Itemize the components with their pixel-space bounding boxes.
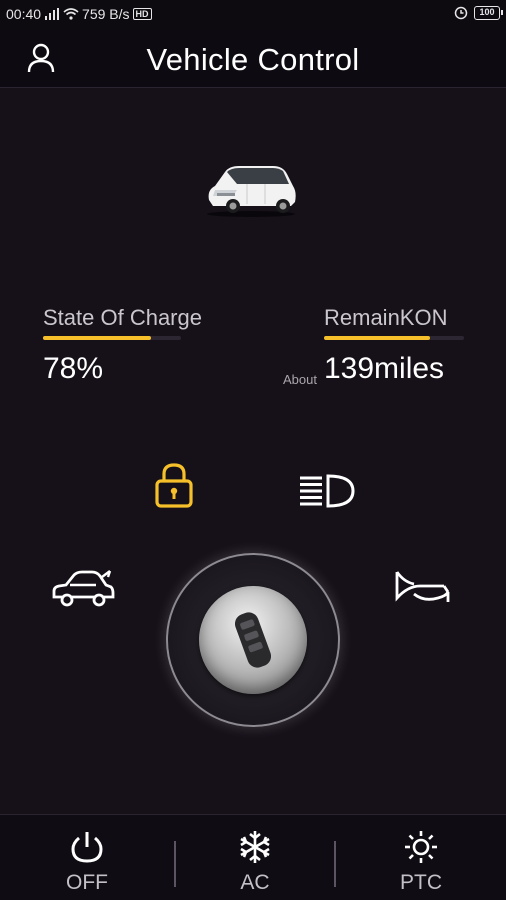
wifi-icon <box>63 8 79 20</box>
status-right: 100 <box>454 6 503 20</box>
tab-off-label: OFF <box>66 871 108 894</box>
tab-ptc-label: PTC <box>400 871 442 894</box>
key-fob-icon <box>235 612 271 668</box>
alarm-icon <box>454 6 468 20</box>
status-left: 00:40 759 B/s HD <box>6 6 152 22</box>
bottom-control-bar: OFF AC PTC <box>0 814 506 900</box>
tab-ac[interactable]: AC <box>171 815 339 900</box>
headlight-icon[interactable] <box>298 473 356 509</box>
range-value: 139miles <box>324 352 445 385</box>
status-time: 00:40 <box>6 6 42 22</box>
range-bar-fill <box>324 336 431 340</box>
range-prefix: About <box>283 372 317 387</box>
hd-badge: HD <box>132 8 152 20</box>
page-title: Vehicle Control <box>146 42 360 77</box>
tab-ptc[interactable]: PTC <box>337 815 505 900</box>
car-image <box>207 166 296 217</box>
charge-bar-fill <box>43 336 151 340</box>
app-header: Vehicle Control <box>0 30 506 88</box>
battery-icon: 100 <box>474 6 503 20</box>
range-bar <box>324 336 464 340</box>
network-speed: 759 B/s <box>82 6 130 22</box>
charge-bar <box>43 336 181 340</box>
horn-icon[interactable] <box>394 568 452 608</box>
divider <box>334 841 336 887</box>
tab-off[interactable]: OFF <box>3 815 171 900</box>
status-bar: 00:40 759 B/s HD 100 <box>0 0 506 30</box>
charge-value: 78% <box>43 352 104 385</box>
power-icon <box>71 832 103 863</box>
charge-label: State Of Charge <box>43 305 202 330</box>
lock-icon[interactable] <box>153 461 195 509</box>
car-trunk-icon[interactable] <box>50 567 116 609</box>
key-start-button[interactable] <box>199 586 307 694</box>
snowflake-icon <box>240 831 270 863</box>
range-label: RemainKON <box>324 305 448 330</box>
sun-icon <box>405 831 437 863</box>
signal-icon <box>45 8 60 20</box>
tab-ac-label: AC <box>240 871 270 894</box>
key-start-ring <box>166 553 340 727</box>
